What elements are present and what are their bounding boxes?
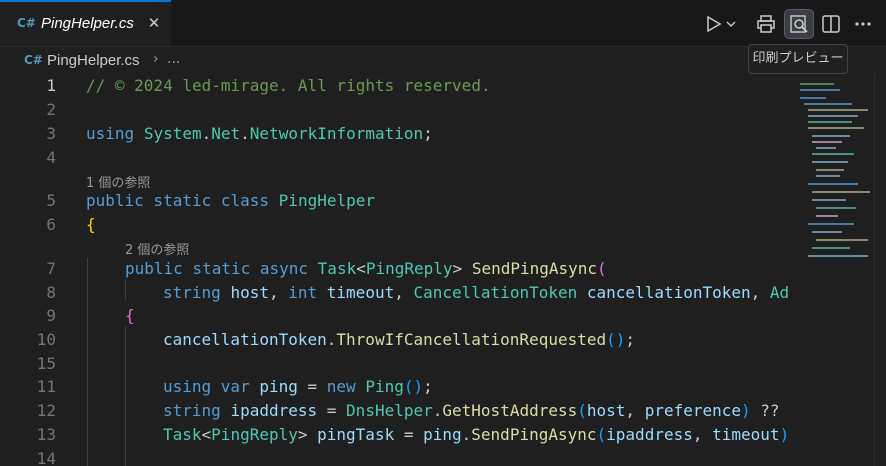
csharp-file-icon: C# — [24, 53, 43, 67]
code-line-13: string ipaddress = DnsHelper.GetHostAddr… — [163, 401, 790, 420]
keyword: string — [163, 401, 221, 420]
namespace: System — [143, 124, 202, 143]
split-editor-icon — [822, 15, 840, 33]
variable: ping — [423, 425, 462, 444]
code-line-12: using var ping = new Ping(); — [163, 377, 433, 396]
keyword: public static class — [86, 191, 270, 210]
line-number: 9 — [46, 306, 56, 325]
line-number: 15 — [36, 354, 56, 373]
code-line-8: string host, int timeout, CancellationTo… — [163, 283, 790, 302]
print-preview-icon — [790, 15, 808, 33]
ellipsis-icon — [855, 22, 871, 26]
breadcrumb-file[interactable]: PingHelper.cs — [47, 52, 140, 69]
code-line-6: { — [86, 215, 96, 234]
print-preview-button[interactable] — [784, 9, 814, 39]
line-number: 11 — [36, 377, 56, 396]
split-editor-button[interactable] — [817, 10, 845, 38]
type: CancellationToken — [413, 283, 578, 302]
class-name: DnsHelper — [346, 401, 433, 420]
line-number: 6 — [46, 215, 56, 234]
argument: timeout — [712, 425, 780, 444]
indent-guide — [87, 258, 88, 466]
argument: ipaddress — [606, 425, 693, 444]
line-number: 13 — [36, 425, 56, 444]
variable: ping — [259, 377, 298, 396]
type: PingReply — [211, 425, 298, 444]
code-line-14: Task<PingReply> pingTask = ping.SendPing… — [163, 425, 790, 444]
code-line-10: cancellationToken.ThrowIfCancellationReq… — [163, 330, 636, 349]
line-number: 1 — [46, 76, 56, 95]
code-line-9: { — [125, 306, 135, 325]
line-number: 12 — [36, 401, 56, 420]
printer-icon — [757, 15, 775, 33]
parameter: host — [230, 283, 269, 302]
namespace: Net — [211, 124, 241, 143]
code-line-1: // © 2024 led-mirage. All rights reserve… — [86, 76, 491, 95]
variable: ipaddress — [230, 401, 318, 420]
type: Task — [317, 259, 357, 278]
line-number: 5 — [46, 191, 56, 210]
parameter: cancellationToken — [586, 283, 751, 302]
code-fragment: ?? t — [760, 401, 790, 420]
line-number: 2 — [46, 100, 56, 119]
breadcrumb-more[interactable]: ... — [167, 51, 180, 67]
line-number: 8 — [46, 283, 56, 302]
class-name: PingHelper — [278, 191, 375, 210]
codelens-references[interactable]: 1 個の参照 — [86, 172, 150, 191]
method-name: ThrowIfCancellationRequested — [336, 330, 607, 349]
namespace: NetworkInformation — [249, 124, 424, 143]
variable: cancellationToken — [163, 330, 327, 349]
code-editor[interactable]: 1 2 3 4 5 6 7 8 9 10 11 12 13 14 15 // ©… — [0, 73, 790, 466]
line-number: 7 — [46, 259, 56, 278]
play-icon — [707, 15, 736, 33]
code-line-7: public static async Task<PingReply> Send… — [125, 259, 607, 278]
keyword: public static async — [125, 259, 309, 278]
type: Ping — [365, 377, 404, 396]
breadcrumb: C# PingHelper.cs › ... — [0, 47, 790, 73]
type: Ado — [769, 283, 790, 302]
argument: host — [586, 401, 626, 420]
tab-pinghelper[interactable]: C# PingHelper.cs ✕ — [0, 0, 171, 46]
codelens-references[interactable]: 2 個の参照 — [125, 239, 189, 258]
keyword: string — [163, 283, 221, 302]
method-name: SendPingAsync — [471, 259, 598, 278]
type: PingReply — [365, 259, 453, 278]
close-icon[interactable]: ✕ — [145, 14, 163, 32]
tooltip-print-preview: 印刷プレビュー — [748, 44, 848, 74]
more-actions-button[interactable] — [849, 10, 877, 38]
keyword: using var — [163, 377, 250, 396]
code-line-3: using System.Net.NetworkInformation; — [86, 124, 433, 143]
keyword: using — [86, 124, 135, 143]
minimap[interactable] — [790, 73, 874, 466]
type: Task — [163, 425, 202, 444]
line-number: 4 — [46, 148, 56, 167]
code-line-5: public static class PingHelper — [86, 191, 375, 210]
indent-guide — [125, 279, 126, 300]
keyword: int — [288, 283, 318, 302]
breadcrumb-separator: › — [153, 51, 159, 67]
vertical-scrollbar[interactable] — [874, 73, 886, 466]
line-number: 14 — [36, 449, 56, 466]
indent-guide — [125, 326, 126, 466]
keyword: new — [326, 377, 356, 396]
line-number: 3 — [46, 124, 56, 143]
run-button[interactable] — [702, 10, 742, 38]
tab-label: PingHelper.cs — [41, 15, 134, 32]
comment: // © 2024 led-mirage. All rights reserve… — [86, 76, 491, 95]
method-name: GetHostAddress — [442, 401, 578, 420]
csharp-file-icon: C# — [17, 16, 36, 30]
tab-bar: C# PingHelper.cs ✕ — [0, 0, 886, 47]
print-button[interactable] — [752, 10, 780, 38]
argument: preference — [644, 401, 742, 420]
line-number: 10 — [36, 330, 56, 349]
parameter: timeout — [326, 283, 395, 302]
variable: pingTask — [317, 425, 395, 444]
method-name: SendPingAsync — [471, 425, 597, 444]
